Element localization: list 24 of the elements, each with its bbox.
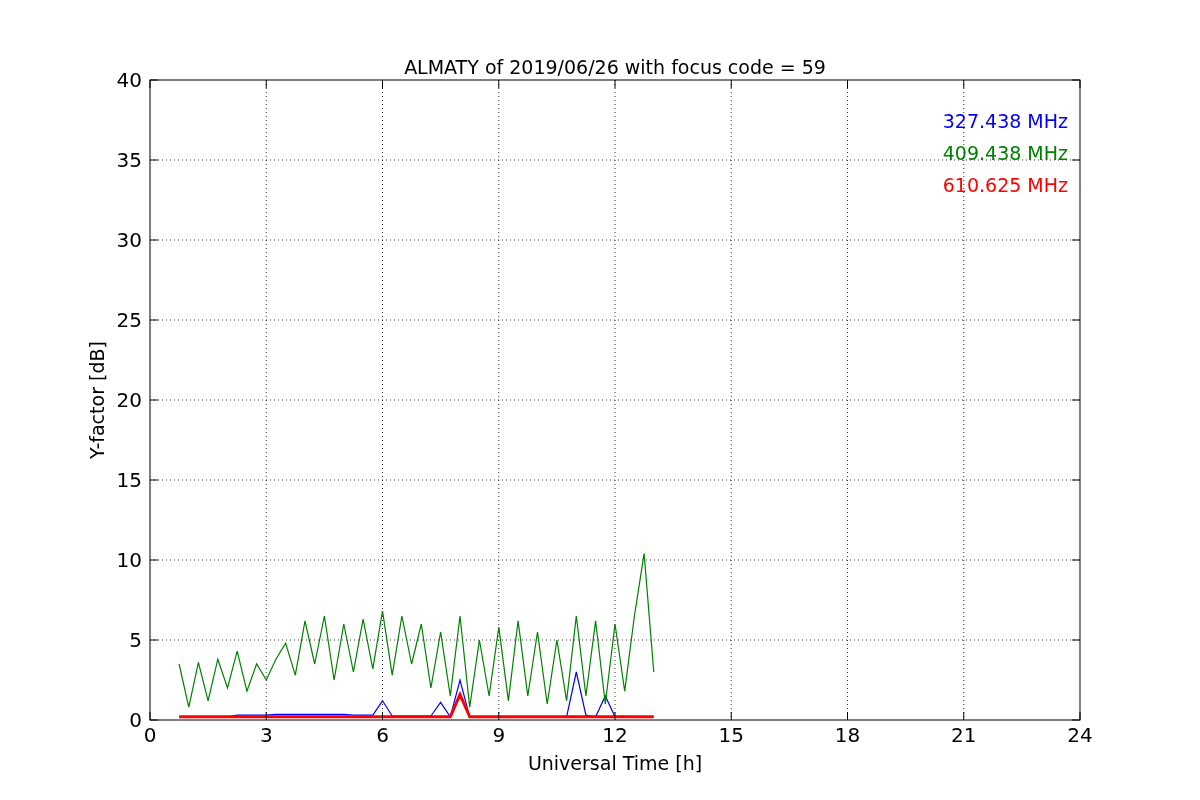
x-axis-label: Universal Time [h] xyxy=(527,752,703,774)
x-tick-label: 6 xyxy=(376,723,389,747)
y-tick-label: 30 xyxy=(116,228,142,252)
x-tick-label: 15 xyxy=(718,723,744,747)
y-axis-label: Y-factor [dB] xyxy=(86,341,108,459)
y-tick-label: 5 xyxy=(129,628,142,652)
y-tick-label: 25 xyxy=(116,308,142,332)
y-tick-label: 20 xyxy=(116,388,142,412)
x-tick-label: 21 xyxy=(951,723,977,747)
x-tick-label: 12 xyxy=(602,723,628,747)
x-tick-label: 0 xyxy=(143,723,157,747)
x-tick-label: 9 xyxy=(492,723,506,747)
legend-label: 610.625 MHz xyxy=(942,174,1068,196)
x-tick-label: 18 xyxy=(834,723,861,747)
y-tick-label: 15 xyxy=(116,468,142,492)
y-tick-label: 35 xyxy=(116,148,142,172)
legend-label: 409.438 MHz xyxy=(942,142,1068,164)
y-tick-label: 40 xyxy=(116,68,142,92)
x-tick-label: 3 xyxy=(259,723,273,747)
y-tick-label: 10 xyxy=(116,548,142,572)
y-tick-label: 0 xyxy=(129,708,142,732)
legend-label: 327.438 MHz xyxy=(942,110,1068,132)
x-tick-label: 24 xyxy=(1067,723,1093,747)
chart-title: ALMATY of 2019/06/26 with focus code = 59 xyxy=(404,56,826,78)
